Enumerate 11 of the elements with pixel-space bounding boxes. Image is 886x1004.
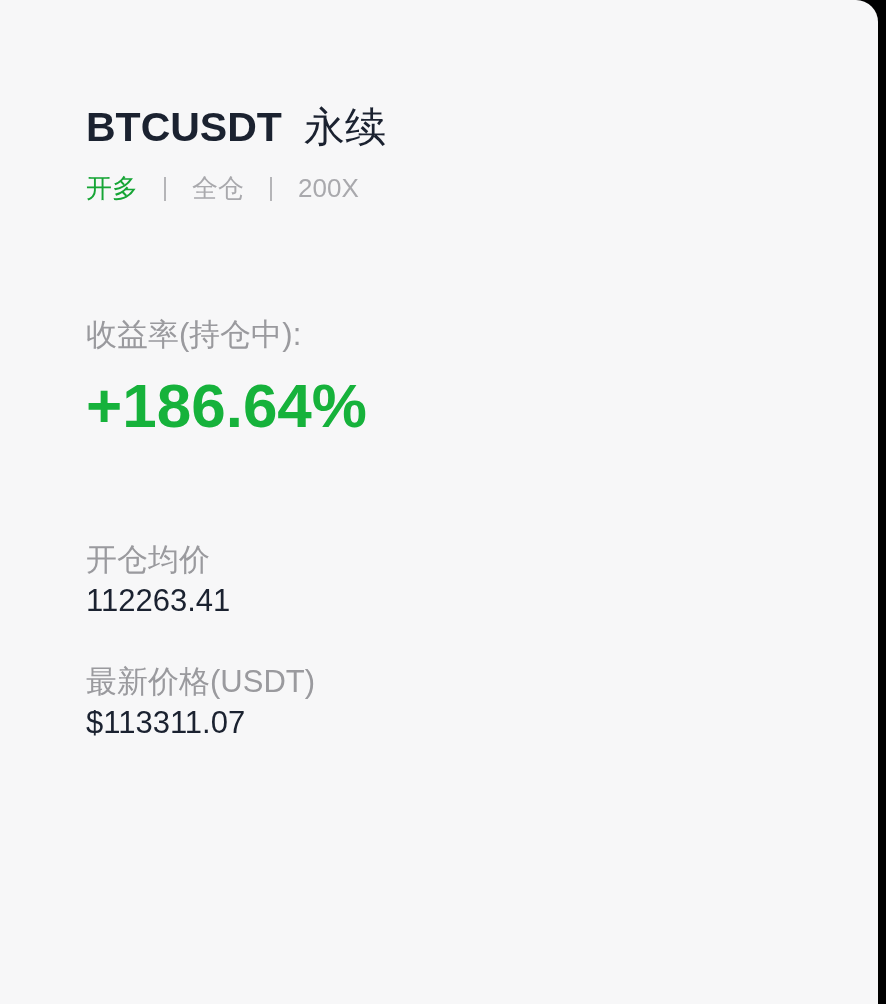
symbol-title: BTCUSDT [86, 104, 282, 151]
field-label: 开仓均价 [86, 541, 210, 579]
position-tag: 全仓 [192, 171, 244, 206]
position-tag: 开多 [86, 171, 138, 206]
field-value: 112263.41 [86, 583, 231, 619]
contract-type: 永续 [303, 103, 386, 152]
position-tag: 200X [298, 173, 359, 204]
field-label: 最新价格(USDT) [86, 663, 316, 701]
return-value: +186.64% [86, 370, 368, 441]
field-value: $113311.07 [86, 705, 246, 741]
return-label: 收益率(持仓中): [86, 316, 303, 354]
